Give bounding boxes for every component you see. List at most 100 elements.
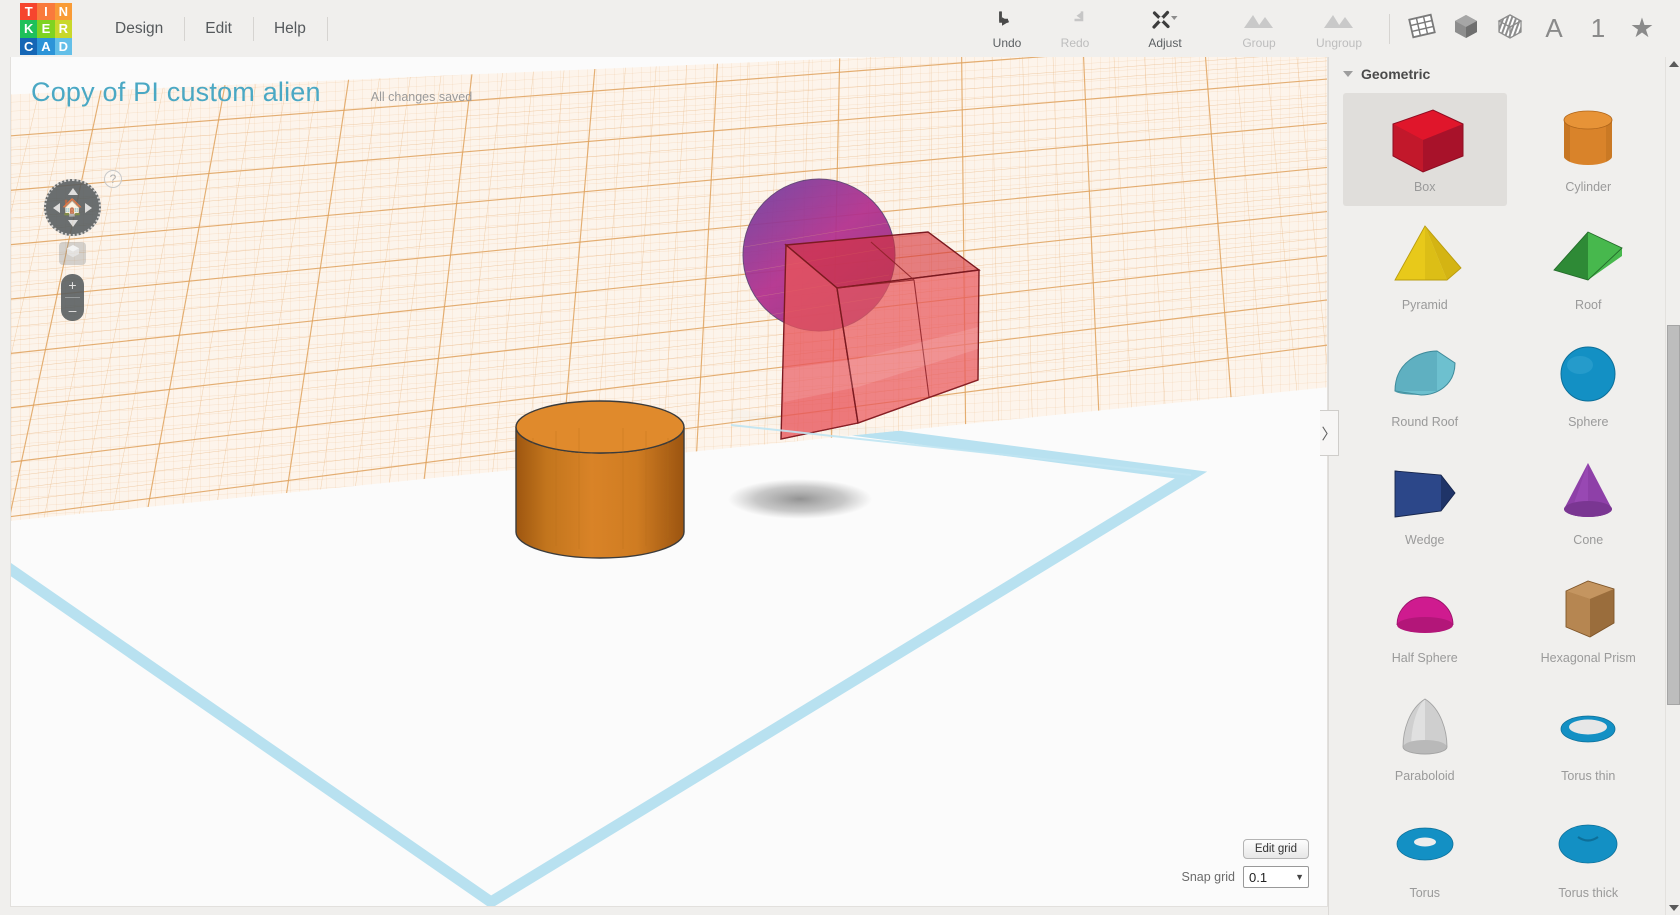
- home-view-icon[interactable]: 🏠: [62, 199, 83, 216]
- hexprism-icon: [1533, 570, 1643, 650]
- hole-shape-icon: [1496, 12, 1524, 45]
- scrollbar-thumb[interactable]: [1667, 325, 1680, 705]
- paraboloid-icon: [1370, 688, 1480, 768]
- fit-view-button[interactable]: [59, 242, 86, 265]
- redo-button[interactable]: Redo: [1041, 0, 1109, 57]
- view-up-arrow-icon[interactable]: [67, 188, 78, 195]
- view-navigation-control[interactable]: 🏠: [44, 179, 101, 236]
- undo-button[interactable]: Undo: [973, 0, 1041, 57]
- shape-item-torus-thin[interactable]: Torus thin: [1507, 682, 1671, 795]
- shape-item-round-roof[interactable]: Round Roof: [1343, 328, 1507, 441]
- 3d-workspace[interactable]: Copy of PI custom alien All changes save…: [10, 57, 1328, 907]
- solid-shape-icon: [1452, 12, 1480, 45]
- shape-mode-toolbar: A 1 ★: [1400, 0, 1680, 57]
- adjust-button[interactable]: Adjust: [1131, 0, 1199, 57]
- cone-icon: [1533, 452, 1643, 532]
- shape-item-half-sphere[interactable]: Half Sphere: [1343, 564, 1507, 677]
- shape-label: Half Sphere: [1391, 650, 1458, 665]
- view-right-arrow-icon[interactable]: [85, 202, 92, 213]
- menu-help[interactable]: Help: [252, 14, 327, 44]
- shape-item-hexagonal-prism[interactable]: Hexagonal Prism: [1507, 564, 1671, 677]
- favorites-star-icon: ★: [1629, 13, 1655, 43]
- panel-collapse-button[interactable]: 〉: [1320, 410, 1339, 456]
- adjust-icon: [1150, 8, 1180, 32]
- shape-item-cone[interactable]: Cone: [1507, 446, 1671, 559]
- shape-item-torus-thick[interactable]: Torus thick: [1507, 799, 1671, 912]
- main-menu: Design Edit Help: [94, 0, 328, 57]
- chevron-right-icon: 〉: [1321, 425, 1337, 443]
- shapes-category-header[interactable]: Geometric: [1329, 57, 1680, 85]
- menu-design[interactable]: Design: [94, 14, 184, 44]
- edit-grid-button[interactable]: Edit grid: [1242, 839, 1309, 859]
- logo-letter-n: N: [54, 3, 72, 21]
- shapes-grid: Box Cylinder Pyramid Roof Round Roof Sph…: [1329, 91, 1670, 915]
- help-button[interactable]: ?: [104, 170, 122, 188]
- grid-controls: Edit grid Snap grid 0.1 ▼: [1181, 839, 1309, 888]
- zoom-in-button[interactable]: +: [68, 274, 76, 296]
- top-bar: TINKERCAD Design Edit Help Undo Redo Adj…: [0, 0, 1680, 57]
- group-button[interactable]: Group: [1219, 0, 1299, 57]
- view-left-arrow-icon[interactable]: [53, 202, 60, 213]
- shape-item-cylinder[interactable]: Cylinder: [1507, 93, 1671, 206]
- shapes-panel-scrollbar[interactable]: [1665, 57, 1680, 915]
- shape-label: Roof: [1575, 297, 1602, 312]
- text-icon: A: [1545, 13, 1563, 43]
- sphere-icon: [1533, 334, 1643, 414]
- torusthin-icon: [1533, 688, 1643, 768]
- text-shape-button[interactable]: A: [1536, 9, 1572, 49]
- undo-label: Undo: [992, 35, 1022, 50]
- shape-item-torus[interactable]: Torus: [1343, 799, 1507, 912]
- pyramid-icon: [1370, 217, 1480, 297]
- save-status: All changes saved: [370, 90, 473, 104]
- shape-label: Cone: [1573, 533, 1604, 548]
- shape-label: Torus thin: [1561, 768, 1616, 783]
- fit-all-cube-icon: [65, 243, 81, 264]
- shape-item-paraboloid[interactable]: Paraboloid: [1343, 682, 1507, 795]
- shape-label: Pyramid: [1401, 297, 1448, 312]
- ungroup-label: Ungroup: [1315, 35, 1363, 50]
- box-shadow: [728, 479, 872, 519]
- menu-edit[interactable]: Edit: [184, 14, 253, 44]
- ungroup-button[interactable]: Ungroup: [1299, 0, 1379, 57]
- snap-grid-row: Snap grid 0.1 ▼: [1181, 866, 1309, 888]
- shapes-category-label: Geometric: [1361, 66, 1431, 82]
- workplane-icon: [1407, 12, 1437, 45]
- shape-label: Box: [1413, 180, 1436, 194]
- number-shape-button[interactable]: 1: [1580, 9, 1616, 49]
- group-icon: [1242, 8, 1276, 32]
- torusthick-icon: [1533, 805, 1643, 885]
- redo-label: Redo: [1060, 35, 1090, 50]
- shape-label: Cylinder: [1565, 180, 1612, 194]
- zoom-out-button[interactable]: –: [69, 299, 77, 321]
- shape-label: Torus: [1409, 886, 1441, 901]
- workplane-button[interactable]: [1404, 9, 1440, 49]
- logo-letter-r: R: [54, 20, 72, 38]
- tinkercad-logo[interactable]: TINKERCAD: [20, 3, 72, 55]
- shape-item-sphere[interactable]: Sphere: [1507, 328, 1671, 441]
- 3d-scene: [11, 57, 1327, 906]
- shape-item-pyramid[interactable]: Pyramid: [1343, 211, 1507, 324]
- shape-item-roof[interactable]: Roof: [1507, 211, 1671, 324]
- toolbar-divider: [1389, 13, 1390, 44]
- scroll-down-arrow-icon[interactable]: [1669, 905, 1679, 911]
- menu-help-label: Help: [273, 19, 306, 37]
- roof-icon: [1533, 217, 1643, 297]
- favorites-button[interactable]: ★: [1624, 9, 1660, 49]
- logo-letter-i: I: [37, 3, 55, 21]
- hole-shape-button[interactable]: [1492, 9, 1528, 49]
- cylinder-icon: [1533, 99, 1643, 179]
- view-down-arrow-icon[interactable]: [67, 220, 78, 227]
- snap-grid-select[interactable]: 0.1 ▼: [1243, 866, 1309, 888]
- logo-letter-a: A: [37, 37, 55, 55]
- shape-item-wedge[interactable]: Wedge: [1343, 446, 1507, 559]
- logo-letter-t: T: [20, 3, 38, 21]
- roundroof-icon: [1370, 334, 1480, 414]
- zoom-controls[interactable]: + –: [61, 274, 84, 321]
- shape-label: Paraboloid: [1394, 768, 1455, 783]
- ungroup-icon: [1322, 8, 1356, 32]
- design-title[interactable]: Copy of PI custom alien: [31, 77, 321, 108]
- box-icon: [1370, 99, 1480, 179]
- solid-shape-button[interactable]: [1448, 9, 1484, 49]
- shape-item-box[interactable]: Box: [1343, 93, 1507, 206]
- scroll-up-arrow-icon[interactable]: [1669, 61, 1679, 67]
